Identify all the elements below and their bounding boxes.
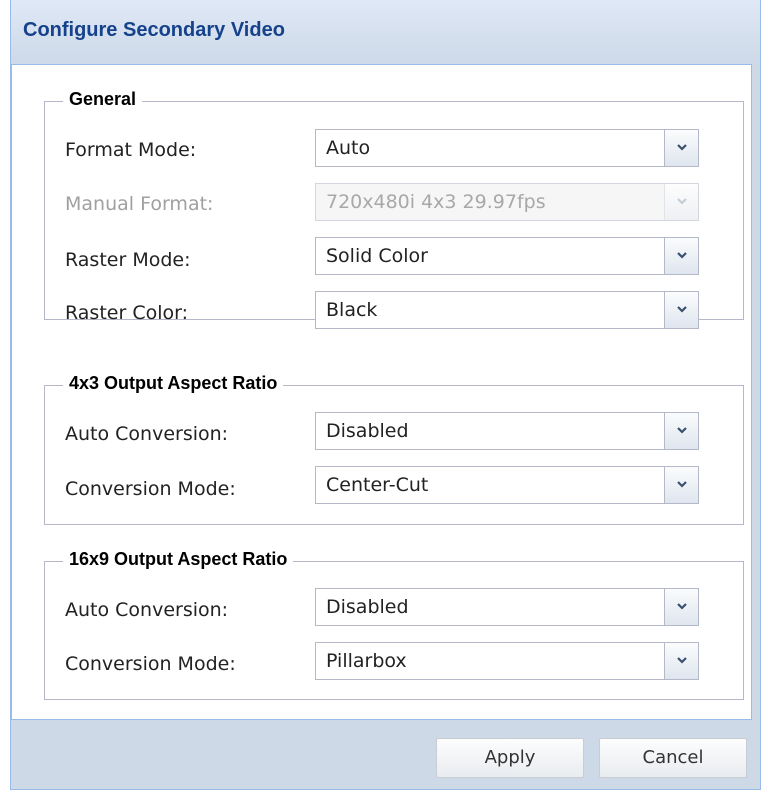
raster-mode-dropdown-button[interactable] bbox=[664, 238, 698, 274]
16x9-conversion-mode-value: Pillarbox bbox=[326, 650, 407, 672]
raster-color-value: Black bbox=[326, 299, 378, 321]
format-mode-select[interactable]: Auto bbox=[315, 129, 699, 167]
16x9-conversion-mode-label: Conversion Mode: bbox=[65, 653, 236, 675]
raster-mode-label: Raster Mode: bbox=[65, 249, 191, 271]
chevron-down-icon bbox=[677, 144, 687, 151]
chevron-down-icon bbox=[677, 481, 687, 488]
dialog-title-bar[interactable]: Configure Secondary Video bbox=[11, 0, 760, 64]
format-mode-dropdown-button[interactable] bbox=[664, 130, 698, 166]
general-legend: General bbox=[63, 89, 143, 110]
manual-format-value: 720x480i 4x3 29.97fps bbox=[326, 191, 546, 213]
4x3-conversion-mode-value: Center-Cut bbox=[326, 474, 429, 496]
manual-format-label: Manual Format: bbox=[65, 193, 214, 215]
4x3-conversion-mode-select[interactable]: Center-Cut bbox=[315, 466, 699, 504]
manual-format-dropdown-button bbox=[664, 184, 698, 220]
chevron-down-icon bbox=[677, 427, 687, 434]
4x3-auto-conversion-label: Auto Conversion: bbox=[65, 423, 229, 445]
aspect-16x9-legend: 16x9 Output Aspect Ratio bbox=[63, 549, 294, 570]
cancel-button[interactable]: Cancel bbox=[599, 738, 747, 778]
format-mode-value: Auto bbox=[326, 137, 371, 159]
4x3-auto-conversion-value: Disabled bbox=[326, 420, 409, 442]
aspect-16x9-fieldset: 16x9 Output Aspect Ratio Auto Conversion… bbox=[44, 549, 744, 700]
dialog-footer: Apply Cancel bbox=[11, 720, 752, 790]
raster-mode-select[interactable]: Solid Color bbox=[315, 237, 699, 275]
16x9-auto-conversion-select[interactable]: Disabled bbox=[315, 588, 699, 626]
16x9-auto-conversion-label: Auto Conversion: bbox=[65, 599, 229, 621]
4x3-auto-conversion-select[interactable]: Disabled bbox=[315, 412, 699, 450]
4x3-auto-conversion-dropdown-button[interactable] bbox=[664, 413, 698, 449]
raster-color-dropdown-button[interactable] bbox=[664, 292, 698, 328]
16x9-auto-conversion-value: Disabled bbox=[326, 596, 409, 618]
chevron-down-icon bbox=[677, 306, 687, 313]
4x3-conversion-mode-label: Conversion Mode: bbox=[65, 478, 236, 500]
configure-secondary-video-dialog: Configure Secondary Video General Format… bbox=[10, 0, 761, 790]
dialog-body: General Format Mode: Auto Manual Format:… bbox=[11, 64, 752, 720]
16x9-conversion-mode-select[interactable]: Pillarbox bbox=[315, 642, 699, 680]
dialog-title: Configure Secondary Video bbox=[23, 19, 285, 41]
raster-color-label: Raster Color: bbox=[65, 302, 188, 324]
raster-color-select[interactable]: Black bbox=[315, 291, 699, 329]
raster-mode-value: Solid Color bbox=[326, 245, 428, 267]
aspect-4x3-legend: 4x3 Output Aspect Ratio bbox=[63, 373, 284, 394]
apply-button[interactable]: Apply bbox=[436, 738, 584, 778]
manual-format-select: 720x480i 4x3 29.97fps bbox=[315, 183, 699, 221]
chevron-down-icon bbox=[677, 252, 687, 259]
16x9-auto-conversion-dropdown-button[interactable] bbox=[664, 589, 698, 625]
general-fieldset: General Format Mode: Auto Manual Format:… bbox=[44, 89, 744, 329]
aspect-4x3-fieldset: 4x3 Output Aspect Ratio Auto Conversion:… bbox=[44, 373, 744, 525]
4x3-conversion-mode-dropdown-button[interactable] bbox=[664, 467, 698, 503]
16x9-conversion-mode-dropdown-button[interactable] bbox=[664, 643, 698, 679]
chevron-down-icon bbox=[677, 198, 687, 205]
chevron-down-icon bbox=[677, 657, 687, 664]
format-mode-label: Format Mode: bbox=[65, 139, 197, 161]
chevron-down-icon bbox=[677, 603, 687, 610]
